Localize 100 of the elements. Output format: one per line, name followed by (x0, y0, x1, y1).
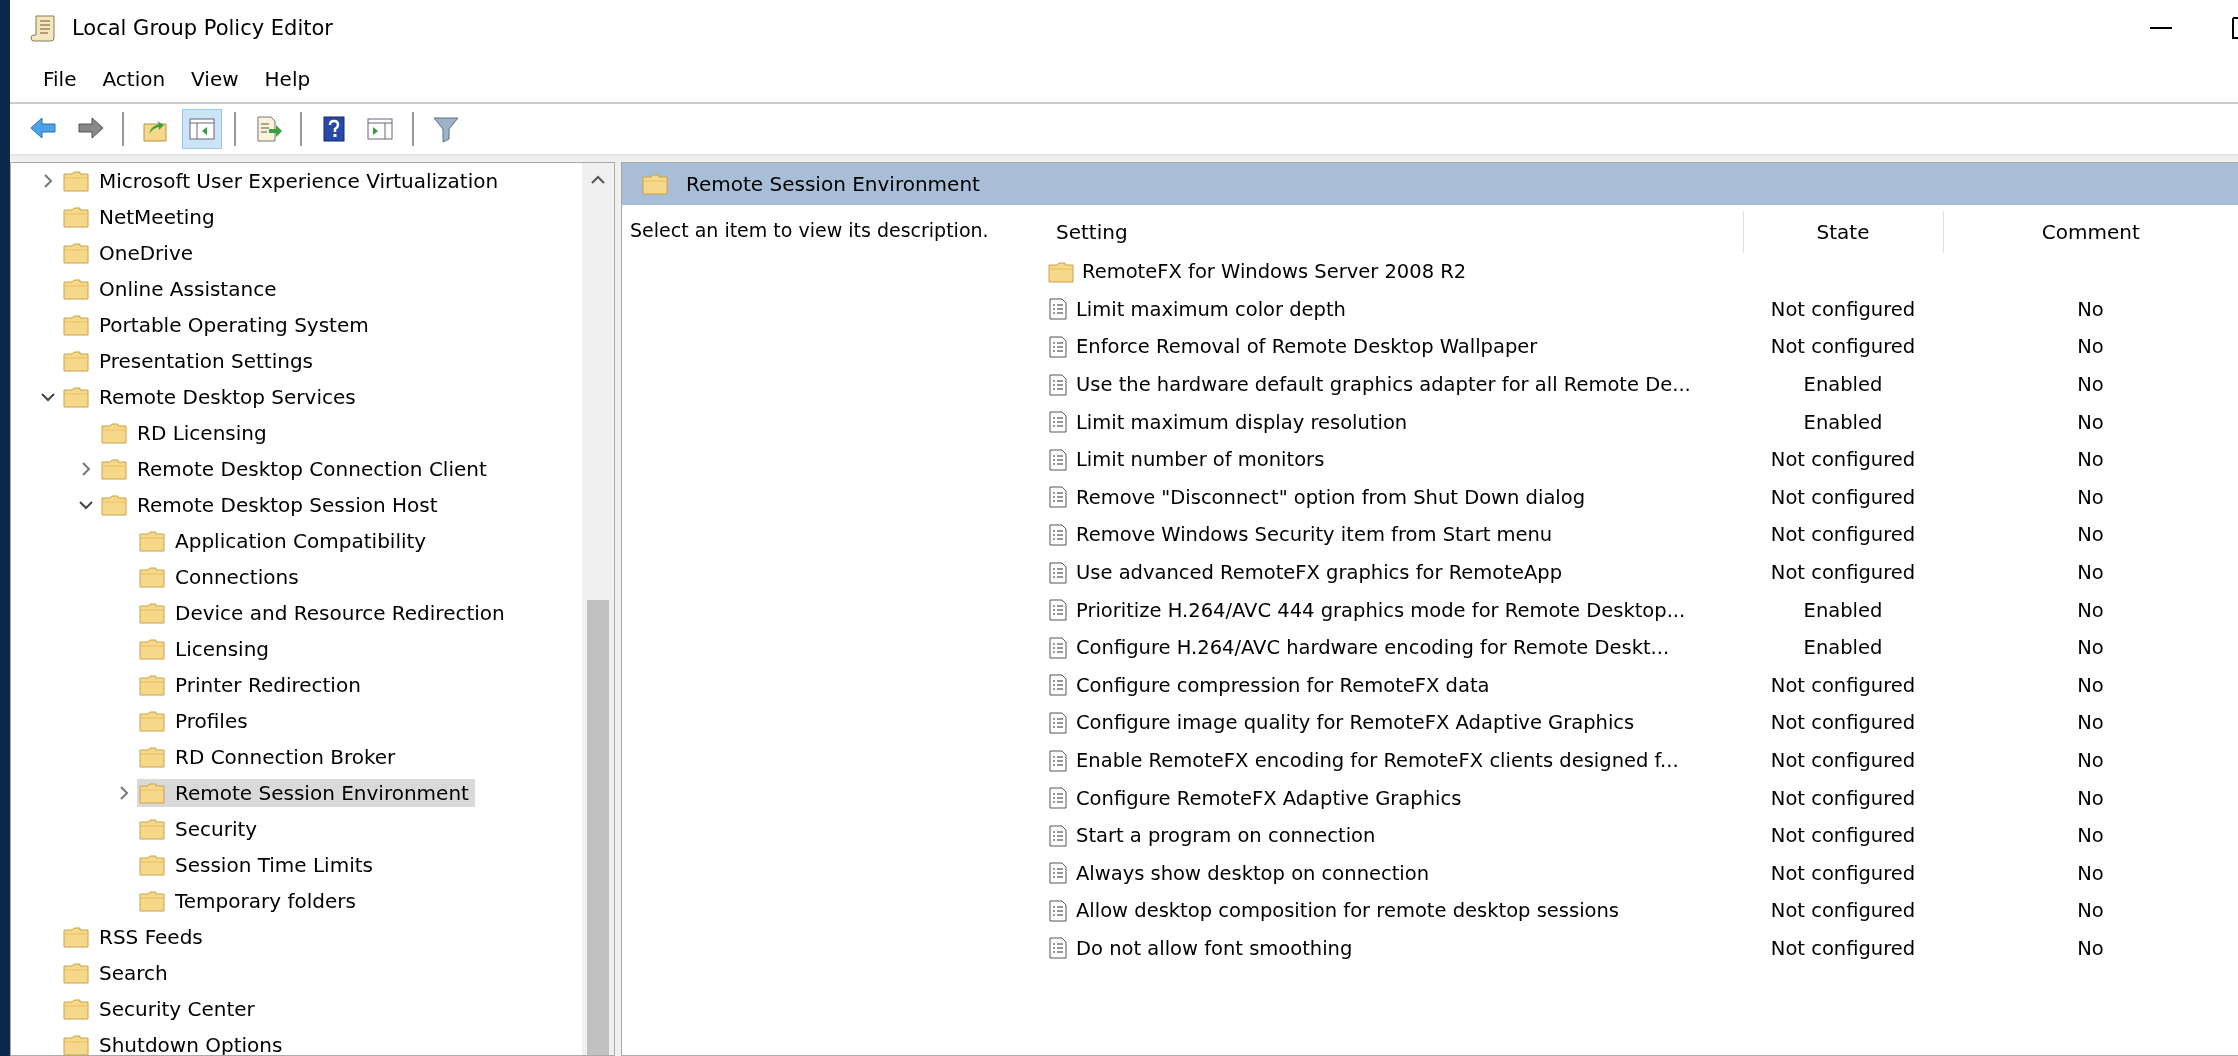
setting-item[interactable]: Use advanced RemoteFX graphics for RemoteApp (1040, 561, 1743, 585)
folder-icon (101, 422, 127, 444)
state-text: Not configured (1770, 561, 1916, 585)
tree-item[interactable]: Security Center (61, 995, 261, 1023)
tree-item[interactable]: Device and Resource Redirection (137, 599, 511, 627)
tree-pane-icon[interactable] (182, 109, 222, 149)
state-text: Not configured (1770, 335, 1916, 359)
policy-icon (1048, 674, 1068, 697)
folder-icon (139, 746, 165, 768)
tree-item[interactable]: Session Time Limits (137, 851, 379, 879)
chevron-down-icon[interactable] (40, 392, 56, 402)
setting-item[interactable]: RemoteFX for Windows Server 2008 R2 (1040, 260, 1743, 284)
scrollbar-thumb[interactable] (587, 600, 609, 1055)
setting-item[interactable]: Enforce Removal of Remote Desktop Wallpaper (1040, 335, 1743, 359)
chevron-right-icon[interactable] (81, 461, 91, 477)
tree-item[interactable]: Remote Session Environment (137, 779, 475, 807)
tree-item[interactable]: Licensing (137, 635, 276, 663)
tree-item[interactable]: Remote Desktop Services (61, 383, 362, 411)
chevron-down-icon[interactable] (78, 500, 94, 510)
state-text: Enabled (1803, 636, 1883, 660)
folder-icon (1048, 260, 1074, 283)
folder-icon (63, 350, 89, 372)
column-header[interactable]: Setting (1040, 211, 1743, 253)
setting-item[interactable]: Limit maximum color depth (1040, 297, 1743, 321)
comment-text: No (2077, 749, 2104, 772)
chevron-right-icon[interactable] (119, 785, 129, 801)
tree-item[interactable]: RD Connection Broker (137, 743, 402, 771)
scroll-up-icon[interactable] (590, 175, 606, 185)
policy-icon (1048, 298, 1068, 321)
tree-item[interactable]: RD Licensing (99, 419, 273, 447)
section-title: Remote Session Environment (686, 172, 980, 196)
tree-item[interactable]: Connections (137, 563, 305, 591)
tree-item[interactable]: Presentation Settings (61, 347, 319, 375)
comment-text: No (2077, 373, 2104, 397)
policy-icon (1048, 787, 1068, 810)
folder-icon (139, 674, 165, 696)
setting-item[interactable]: Configure H.264/AVC hardware encoding for Remote Deskt... (1040, 636, 1743, 660)
state-text: Not configured (1770, 937, 1916, 960)
setting-item[interactable]: Remove "Disconnect" option from Shut Down dialog (1040, 485, 1743, 509)
tree-item[interactable]: Portable Operating System (61, 311, 375, 339)
setting-item[interactable]: Remove Windows Security item from Start menu (1040, 523, 1743, 547)
tree-item[interactable]: Profiles (137, 707, 254, 735)
setting-item[interactable]: Limit number of monitors (1040, 448, 1743, 472)
policy-icon (1048, 561, 1068, 584)
tree-item[interactable]: NetMeeting (61, 203, 221, 231)
setting-item[interactable]: Configure image quality for RemoteFX Adaptive Graphics (1040, 711, 1743, 735)
tree-item[interactable]: Microsoft User Experience Virtualization (61, 167, 505, 195)
comment-text: No (2077, 636, 2104, 660)
folder-icon (139, 638, 165, 660)
setting-item[interactable]: Prioritize H.264/AVC 444 graphics mode for Remote Desktop... (1040, 598, 1743, 622)
state-text: Enabled (1803, 410, 1883, 434)
comment-text: No (2077, 523, 2104, 547)
comment-text: No (2077, 786, 2104, 810)
minimize-icon[interactable] (2150, 25, 2172, 30)
setting-item[interactable]: Configure compression for RemoteFX data (1040, 673, 1743, 697)
setting-item[interactable]: Use the hardware default graphics adapter for all Remote De... (1040, 373, 1743, 397)
state-text: Not configured (1770, 297, 1916, 321)
tree-item[interactable]: Temporary folders (137, 887, 362, 915)
setting-item[interactable]: Always show desktop on connection (1040, 861, 1743, 885)
policy-icon (1048, 336, 1068, 358)
scrollbar[interactable] (582, 163, 614, 1055)
column-header[interactable]: Comment (1943, 211, 2238, 253)
tree-item[interactable]: Printer Redirection (137, 671, 367, 699)
folder-icon (642, 173, 668, 195)
setting-item[interactable]: Start a program on connection (1040, 824, 1743, 848)
state-text: Not configured (1770, 786, 1916, 810)
folder-icon (63, 386, 89, 408)
tree-item[interactable]: Remote Desktop Session Host (99, 491, 444, 519)
tree-item[interactable]: Online Assistance (61, 275, 283, 303)
comment-text: No (2077, 899, 2104, 923)
tree-item[interactable]: Security (137, 815, 264, 843)
tree-item[interactable]: OneDrive (61, 239, 200, 267)
folder-icon (139, 602, 165, 624)
tree-item[interactable]: RSS Feeds (61, 923, 209, 951)
folder-icon (139, 818, 165, 840)
comment-text: No (2077, 448, 2104, 472)
policy-icon (1048, 862, 1068, 885)
maximize-icon[interactable] (2232, 16, 2238, 39)
tree-item[interactable]: Search (61, 959, 174, 987)
folder-icon (139, 530, 165, 552)
state-text: Not configured (1770, 861, 1916, 885)
chevron-right-icon[interactable] (43, 173, 53, 189)
menu-item[interactable]: File (32, 62, 88, 95)
state-text: Not configured (1770, 899, 1916, 923)
column-header[interactable]: State (1743, 211, 1943, 253)
tree-item[interactable]: Remote Desktop Connection Client (99, 455, 493, 483)
state-text: Not configured (1770, 711, 1916, 735)
menu-item[interactable]: View (180, 62, 250, 95)
folder-icon (63, 242, 89, 264)
folder-icon (63, 170, 89, 192)
menu-item[interactable]: Help (253, 62, 322, 95)
setting-item[interactable]: Enable RemoteFX encoding for RemoteFX clients designed f... (1040, 749, 1743, 772)
folder-icon (139, 890, 165, 912)
tree-item[interactable]: Application Compatibility (137, 527, 433, 555)
setting-item[interactable]: Allow desktop composition for remote desktop sessions (1040, 899, 1743, 923)
folder-icon (63, 206, 89, 228)
setting-item[interactable]: Do not allow font smoothing (1040, 937, 1743, 960)
setting-item[interactable]: Configure RemoteFX Adaptive Graphics (1040, 786, 1743, 810)
menu-item[interactable]: Action (91, 62, 177, 95)
setting-item[interactable]: Limit maximum display resolution (1040, 410, 1743, 434)
